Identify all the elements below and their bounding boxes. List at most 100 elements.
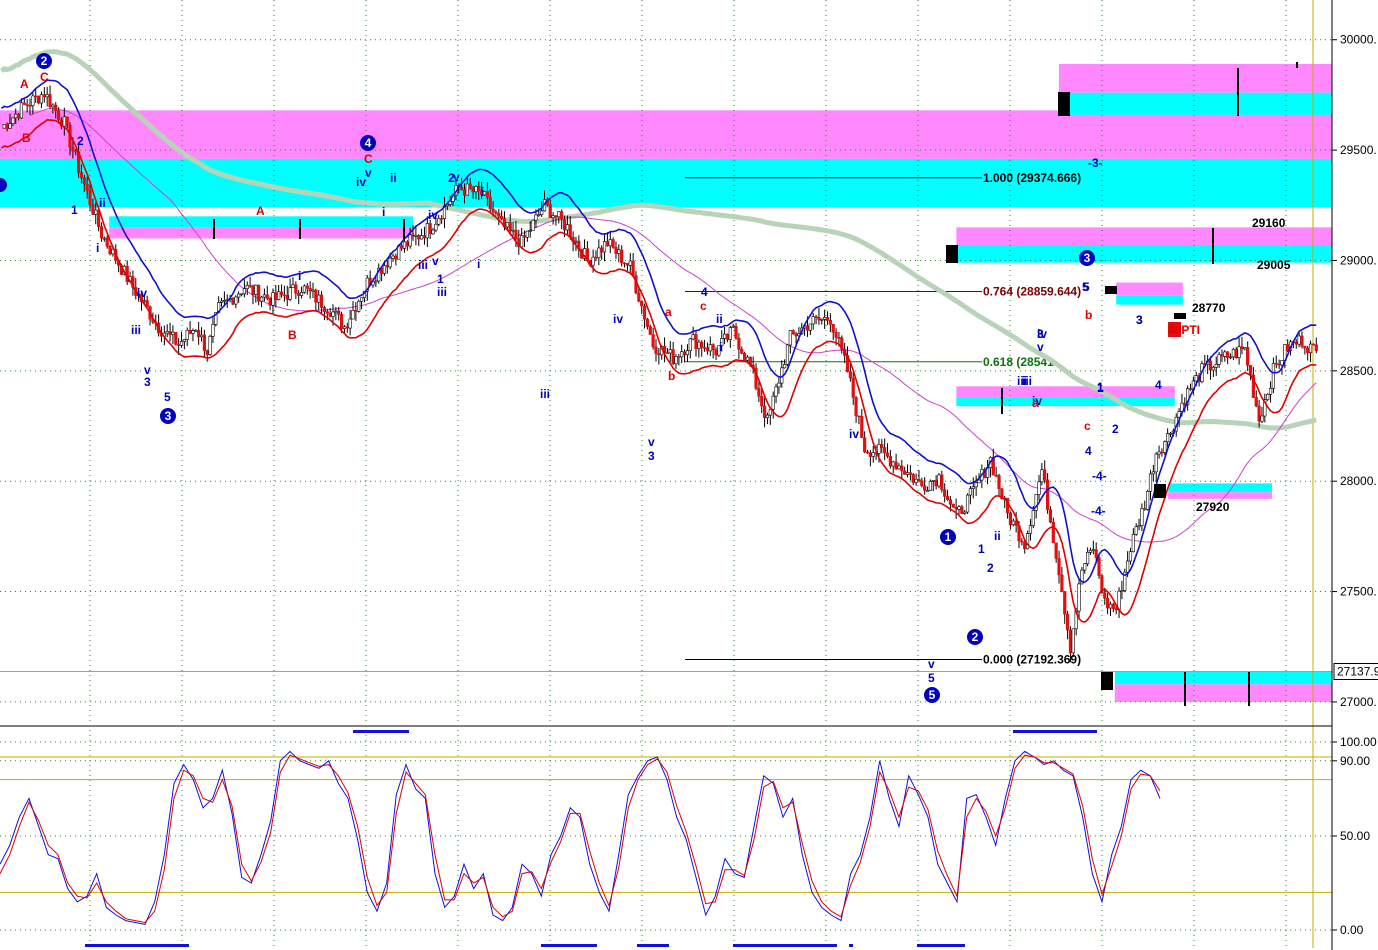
candle-body [788,330,792,346]
candle-body [319,294,324,308]
wave-label-blue-11: iv [428,208,438,222]
candle-body [14,113,18,119]
candle-body [471,188,475,193]
candle-body [651,334,655,348]
candle-body [774,386,778,397]
candle-body [680,351,684,358]
candle-body [854,397,858,417]
candle-body [894,461,898,470]
candle-body [331,311,335,317]
candle-body [325,311,329,314]
candle-body [245,285,249,289]
osc-signal-bar-0 [353,730,409,733]
candle-body [888,455,892,467]
wave-label-blue-45: 3 [1136,313,1143,327]
candle-body [534,214,538,221]
candle-body [305,285,309,289]
candle-body [382,265,387,274]
candle-body [1063,591,1067,615]
candle-body [1097,557,1101,576]
candle-body [234,296,238,305]
candle-body [51,104,55,108]
wave-circle-label-5: 2 [972,630,979,644]
candle-body [1314,344,1318,352]
wave-circle-label-6: 3 [1084,251,1091,265]
candle-body [1240,346,1244,350]
fib-label-0: 1.000 (29374.666) [983,171,1081,185]
candle-body [540,210,544,215]
candle-body [708,344,712,352]
candle-body [940,474,944,490]
candle-body [697,341,701,349]
candle-body [700,341,704,348]
candle-body [34,95,38,98]
candle-body [757,387,761,397]
candle-body [322,307,327,313]
candle-body [1077,583,1081,612]
osc-axis-label-2: 50.00 [1340,829,1370,843]
candle-body [937,474,941,487]
candle-body [614,247,618,254]
candle-body [42,94,46,98]
candle-body [1040,469,1044,483]
candle-body [1303,345,1307,349]
annotation-dash3: -3- [1088,156,1103,170]
candle-body [25,104,29,106]
candle-body [674,356,678,364]
candle-body [1020,540,1024,543]
candle-body [914,478,918,483]
candle-body [948,499,953,505]
candle-body [777,382,781,388]
zone-magenta-0 [0,110,1332,159]
candle-body [514,229,518,239]
wave-label-blue-19: iv [356,175,366,189]
candle-body [74,150,78,153]
candle-body [568,224,572,238]
candle-body [374,280,378,283]
candle-body [943,489,947,497]
candle-body [694,334,698,349]
wave-circle-label-1: 3 [165,409,172,423]
candle-body [1228,356,1233,359]
candle-body [199,334,204,338]
candle-body [968,488,973,496]
candle-body [897,465,901,470]
candle-body [1246,347,1250,366]
candle-body [28,105,32,107]
candle-body [565,224,569,231]
candle-body [191,330,195,334]
wave-label-blue-21: i [481,185,484,199]
axis-tick-label-5: 27500. [1340,585,1377,599]
candle-body [1060,574,1064,592]
candle-body [877,444,881,454]
wave-label-blue-1: ii [99,196,106,210]
candle-body [760,395,764,407]
candle-body [465,183,469,196]
osc-signal-bar-5 [733,944,837,947]
fib-label-1: 0.764 (28859.644) [983,284,1081,298]
zone-magenta-10 [956,386,1175,398]
candle-body [891,461,895,467]
candle-body [474,186,478,193]
candle-body [1111,603,1115,609]
wave-label-blue-13: 1 [437,272,444,286]
candle-body [414,235,418,237]
candle-body [1008,512,1013,525]
candle-body [808,323,812,331]
candle-body [202,334,206,351]
candle-body [557,211,561,218]
candle-body [920,480,924,487]
candle-body [1194,375,1198,382]
candle-body [1146,490,1150,510]
candle-body [460,186,464,190]
zone-block-1 [946,245,958,263]
candle-body [294,284,298,294]
candle-body [934,480,938,487]
candle-body [237,293,241,298]
axis-tick-label-3: 28500. [1340,364,1377,378]
osc-axis-label-1: 90.00 [1340,754,1370,768]
wave-label-red-7: c [700,299,707,313]
zone-magenta-3 [109,227,413,239]
wave-circle-label-4: 1 [945,530,952,544]
wave-circle-label-2: 4 [365,136,372,150]
